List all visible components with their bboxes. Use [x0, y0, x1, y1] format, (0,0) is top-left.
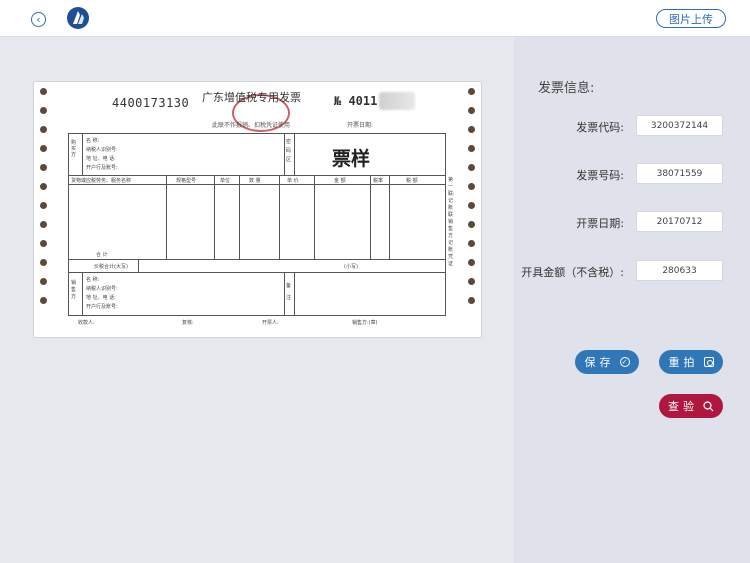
invoice-title: 广东增值税专用发票 — [202, 91, 301, 104]
invoice-date-label: 开票日期: — [347, 122, 374, 129]
invoice-amount-field[interactable]: 280633 — [636, 260, 723, 281]
buyer-address-label: 地 址、电 话: — [86, 156, 116, 162]
tractor-holes-right — [468, 88, 476, 316]
invoice-number-label: 发票号码: — [576, 169, 624, 182]
upload-image-button[interactable]: 图片上传 — [656, 9, 726, 28]
seller-address-label: 地 址、电 话: — [86, 295, 116, 301]
check-circle-icon: ✓ — [619, 357, 630, 367]
invoice-code-label: 发票代码: — [576, 121, 624, 134]
seller-sign-label: 销售方:(章) — [352, 320, 378, 326]
seller-name-label: 名 称: — [86, 277, 100, 283]
seller-label: 销售方 — [71, 280, 77, 300]
search-icon — [703, 400, 714, 411]
payee-label: 收款人: — [78, 320, 95, 326]
retake-button[interactable]: 重拍 — [659, 350, 723, 374]
col-amount-header: 金 额 — [334, 178, 346, 184]
invoice-subtitle: 此联不作报销、扣税凭证使用 — [212, 122, 291, 129]
reviewer-label: 复核: — [182, 320, 194, 326]
col-spec-header: 规格型号 — [176, 178, 197, 184]
invoice-code-printed: 4400173130 — [112, 96, 190, 110]
col-unit-header: 单位 — [220, 178, 231, 184]
save-button[interactable]: 保存 ✓ — [575, 350, 639, 374]
invoice-date-form-label: 开票日期: — [576, 217, 624, 230]
col-price-header: 单 价 — [287, 178, 299, 184]
buyer-bank-label: 开户行及账号: — [86, 165, 118, 171]
invoice-number-field[interactable]: 38071559 — [636, 163, 723, 184]
invoice-image[interactable]: 4400173130 广东增值税专用发票 № 4011 此联不作报销、扣税凭证使… — [33, 81, 482, 338]
buyer-label: 购买方 — [71, 140, 77, 158]
seller-taxid-label: 纳税人识别号: — [86, 286, 118, 292]
verify-button[interactable]: 查验 — [659, 394, 723, 418]
top-bar: ‹ 图片上传 — [0, 0, 750, 37]
logo-icon — [67, 7, 89, 29]
total-words-label: 价税合计(大写) — [94, 264, 128, 270]
col-tax-header: 税 额 — [406, 178, 418, 184]
total-label: 合 计 — [96, 252, 108, 258]
save-button-label: 保存 — [584, 356, 615, 369]
buyer-taxid-label: 纳税人识别号: — [86, 147, 118, 153]
invoice-amount-label: 开具金额（不含税）: — [521, 266, 624, 279]
password-area-label: 密码区 — [286, 139, 292, 163]
drawer-label: 开票人: — [262, 320, 279, 326]
side-note: 第一联:记账联 销售方记账凭证 — [448, 177, 455, 267]
total-small-label: (小写) — [344, 264, 358, 270]
redacted-number — [379, 92, 415, 110]
camera-icon — [703, 357, 714, 367]
col-rate-header: 税率 — [373, 178, 384, 184]
verify-button-label: 查验 — [668, 400, 698, 413]
col-qty-header: 数 量 — [249, 178, 261, 184]
retake-button-label: 重拍 — [668, 356, 699, 369]
buyer-name-label: 名 称: — [86, 138, 100, 144]
invoice-code-field[interactable]: 3200372144 — [636, 115, 723, 136]
sample-watermark: 票样 — [332, 148, 371, 170]
col-item-header: 货物或应税劳务、服务名称 — [71, 178, 132, 184]
tractor-holes-left — [40, 88, 48, 316]
back-icon[interactable]: ‹ — [31, 12, 46, 27]
invoice-info-title: 发票信息: — [538, 81, 595, 96]
invoice-number-printed: № 4011 — [334, 94, 378, 108]
invoice-date-field[interactable]: 20170712 — [636, 211, 723, 232]
remark-label: 备注 — [286, 283, 292, 301]
seller-bank-label: 开户行及账号: — [86, 304, 118, 310]
